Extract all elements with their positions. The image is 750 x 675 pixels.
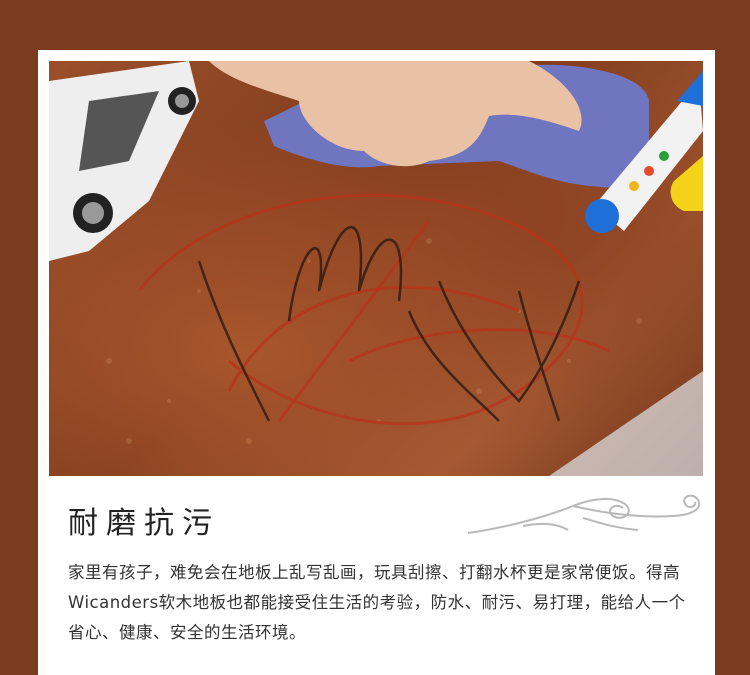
toy-car: [49, 61, 199, 261]
section-description: 家里有孩子，难免会在地板上乱写乱画，玩具刮擦、打翻水杯更是家常便饭。得高Wica…: [68, 563, 686, 642]
content-card: 耐磨抗污 家里有孩子，难免会在地板上乱写乱画，玩具刮擦、打翻水杯更是家常便饭。得…: [38, 50, 715, 675]
section-title: 耐磨抗污: [68, 506, 220, 541]
cork-floor-photo: [49, 61, 703, 476]
decorative-swirl-icon: [467, 494, 701, 534]
